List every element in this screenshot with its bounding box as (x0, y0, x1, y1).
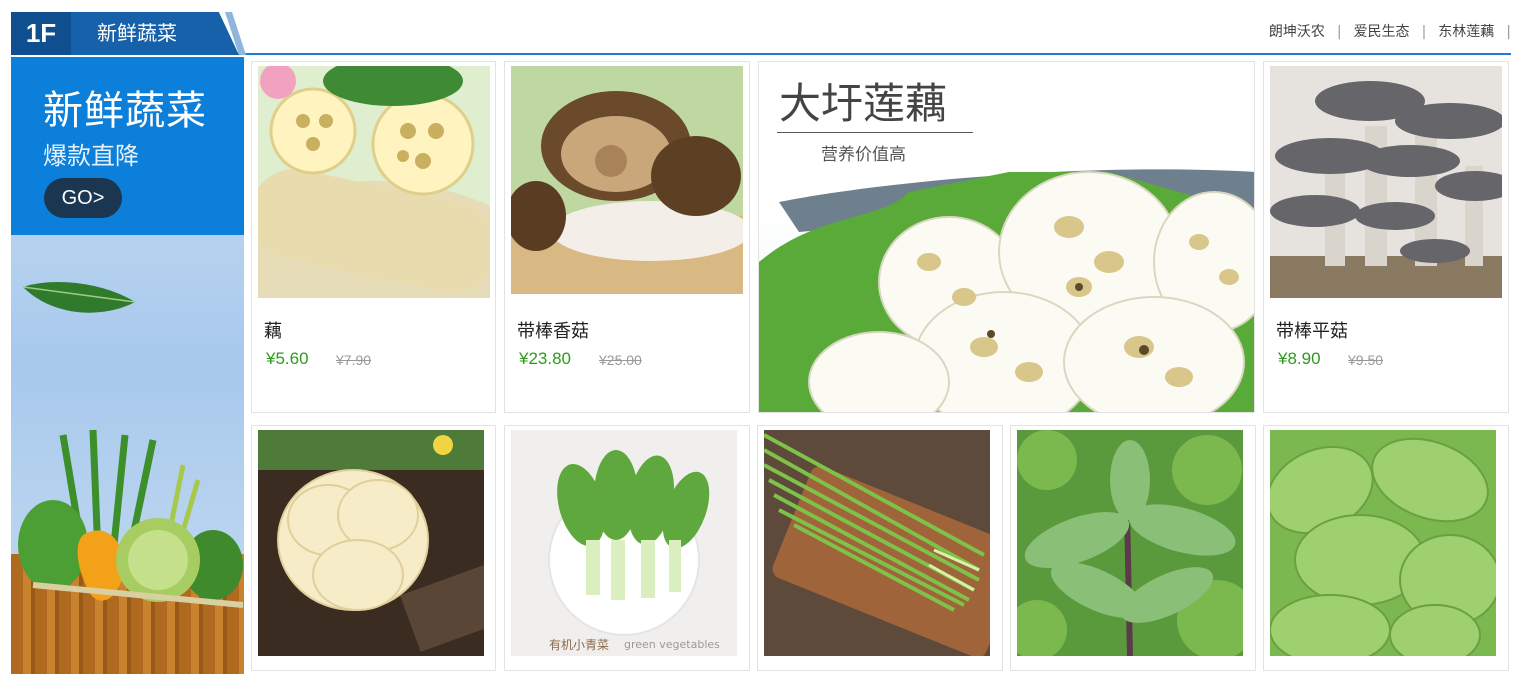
brand-links: 朗坤沃农 | 爱民生态 | 东林莲藕 | (1257, 22, 1511, 42)
product-name[interactable]: 带棒平菇 (1276, 320, 1348, 344)
product-card[interactable] (1263, 425, 1509, 671)
product-card[interactable]: 带棒香菇 ¥23.80 ¥25.00 (504, 61, 750, 413)
product-old-price: ¥25.00 (599, 352, 642, 368)
product-card[interactable] (757, 425, 1003, 671)
floor-section: 1F 新鲜蔬菜 朗坤沃农 | 爱民生态 | 东林莲藕 | 新鲜蔬菜 爆款直降 GO> (0, 0, 1525, 682)
product-old-price: ¥7.90 (336, 352, 372, 368)
featured-promo-card[interactable]: 大圩莲藕 营养价值高 (758, 61, 1255, 413)
product-image[interactable] (258, 66, 490, 298)
featured-subtitle: 营养价值高 (821, 145, 906, 165)
floor-number: 1F (11, 12, 71, 55)
product-card[interactable] (251, 425, 496, 671)
product-card[interactable]: 有机小青菜 green vegetables (504, 425, 750, 671)
product-name[interactable]: 带棒香菇 (517, 320, 589, 344)
brand-link[interactable]: 东林莲藕 (1426, 22, 1506, 42)
product-price: ¥8.90 (1278, 349, 1321, 368)
product-price: ¥23.80 (519, 349, 571, 368)
leaf-icon (23, 282, 136, 313)
product-image[interactable] (511, 66, 743, 294)
brand-link[interactable]: 朗坤沃农 (1257, 22, 1337, 42)
product-card[interactable]: 藕 ¥5.60 ¥7.90 (251, 61, 496, 413)
product-image[interactable] (764, 430, 990, 656)
product-card[interactable]: 带棒平菇 ¥8.90 ¥9.50 (1263, 61, 1509, 413)
product-card[interactable] (1010, 425, 1256, 671)
go-button[interactable]: GO> (44, 178, 122, 218)
image-caption: 有机小青菜 (549, 638, 610, 652)
floor-header: 1F 新鲜蔬菜 朗坤沃农 | 爱民生态 | 东林莲藕 | (11, 12, 1511, 55)
image-caption: green vegetables (624, 638, 720, 651)
side-banner[interactable]: 新鲜蔬菜 爆款直降 GO> (11, 57, 244, 674)
banner-subline: 爆款直降 (43, 142, 139, 170)
product-image[interactable] (258, 430, 484, 656)
product-old-price: ¥9.50 (1348, 352, 1384, 368)
vegetable-basket-image (18, 429, 243, 608)
floor-title-tab[interactable]: 新鲜蔬菜 (71, 12, 239, 55)
banner-headline: 新鲜蔬菜 (43, 88, 207, 134)
product-image[interactable] (1270, 66, 1502, 298)
brand-link[interactable]: 爱民生态 (1342, 22, 1422, 42)
product-price: ¥5.60 (266, 349, 309, 368)
product-image[interactable] (1017, 430, 1243, 656)
product-name[interactable]: 藕 (264, 320, 282, 344)
product-image[interactable]: 有机小青菜 green vegetables (511, 430, 737, 656)
featured-title: 大圩莲藕 (779, 79, 948, 128)
product-image[interactable] (1270, 430, 1496, 656)
